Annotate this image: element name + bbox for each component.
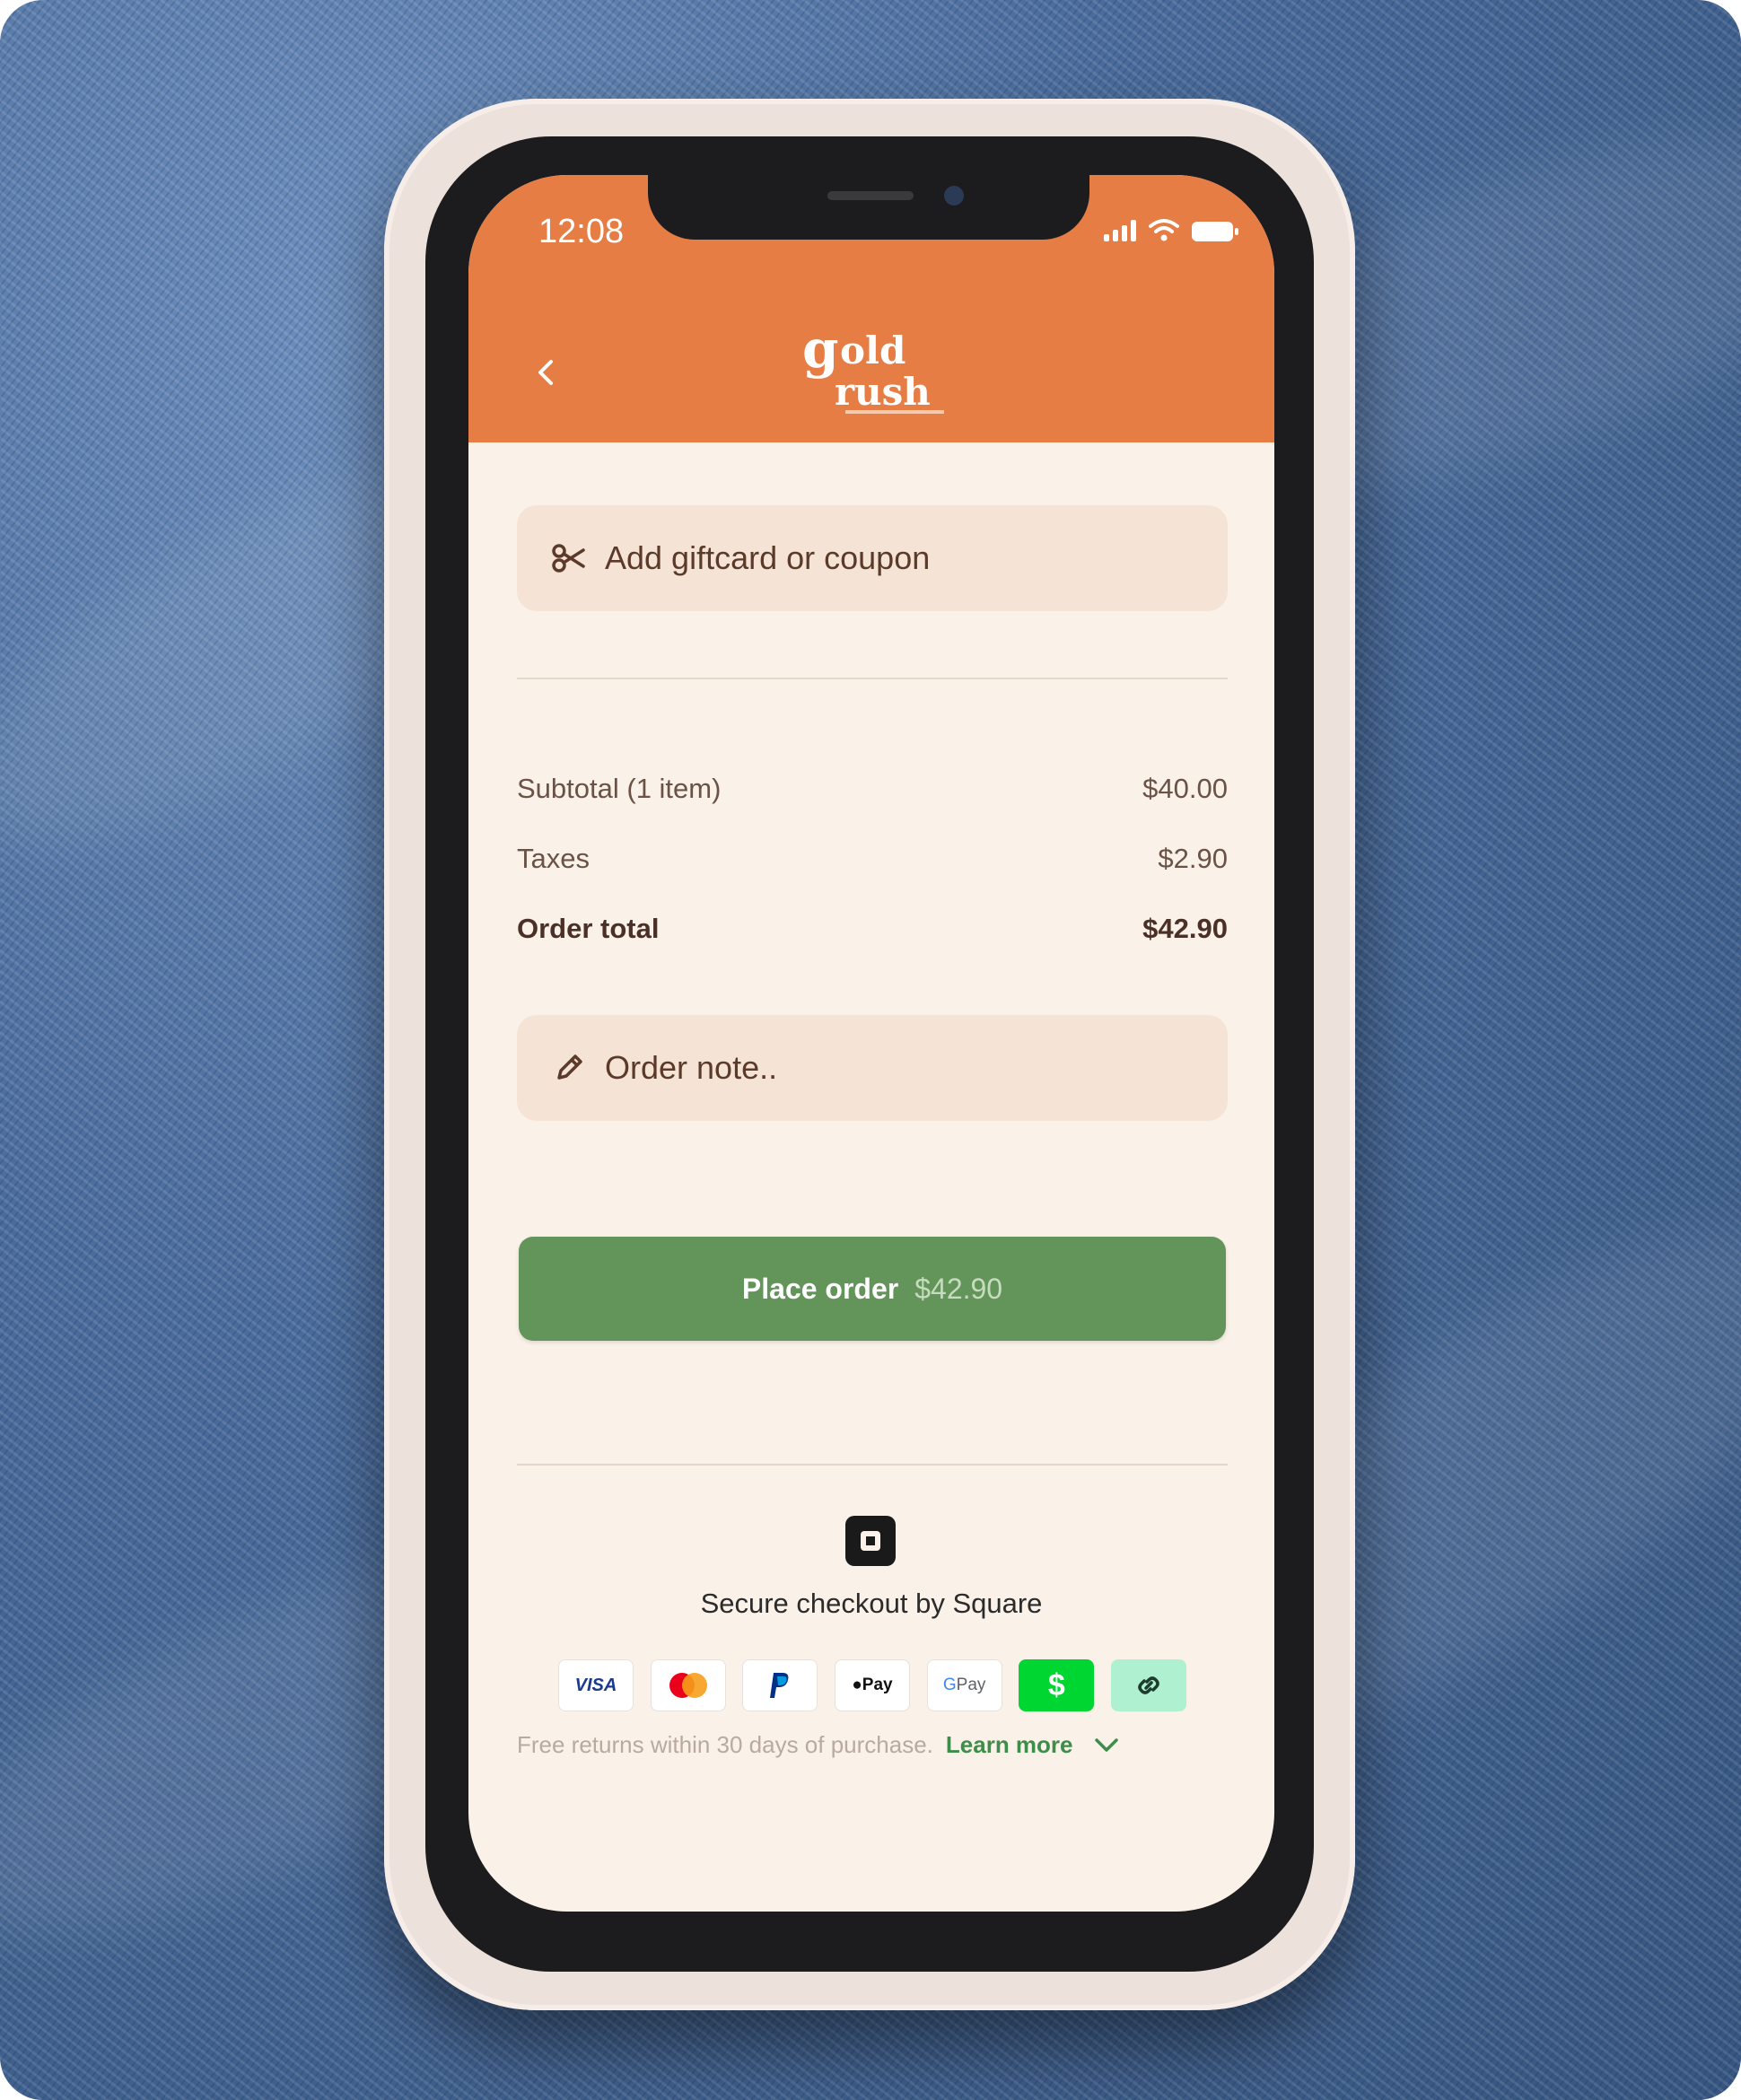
payment-methods: VISA ●Pay G Pay $ xyxy=(558,1659,1186,1711)
svg-text:old: old xyxy=(840,328,905,372)
svg-text:rush: rush xyxy=(835,370,931,414)
order-total-value: $42.90 xyxy=(1142,913,1228,944)
mastercard-icon xyxy=(650,1659,726,1711)
returns-text: Free returns within 30 days of purchase. xyxy=(517,1731,933,1758)
status-icons xyxy=(1104,218,1238,241)
status-time: 12:08 xyxy=(538,213,625,250)
svg-text:g: g xyxy=(802,319,839,380)
cash-app-icon: $ xyxy=(1019,1659,1095,1711)
subtotal-value: $40.00 xyxy=(1142,773,1228,804)
order-total-label: Order total xyxy=(517,913,660,944)
gold-rush-logo: g old rush xyxy=(802,319,944,414)
secure-checkout-text: Secure checkout by Square xyxy=(700,1588,1043,1619)
square-logo-icon xyxy=(845,1516,896,1566)
order-note-field[interactable]: Order note.. xyxy=(517,1015,1228,1121)
back-chevron-icon[interactable] xyxy=(528,354,564,390)
divider xyxy=(517,1464,1228,1466)
order-note-placeholder: Order note.. xyxy=(605,1049,778,1086)
app-header: 12:08 g old rush xyxy=(468,175,1274,442)
subtotal-row: Subtotal (1 item) $40.00 xyxy=(517,773,1228,805)
speaker xyxy=(827,191,914,200)
divider xyxy=(517,678,1228,679)
wifi-icon xyxy=(1149,219,1179,241)
coupon-label: Add giftcard or coupon xyxy=(605,539,931,576)
place-order-amount: $42.90 xyxy=(914,1272,1003,1305)
place-order-label: Place order xyxy=(741,1272,899,1305)
chevron-down-icon[interactable] xyxy=(1093,1737,1120,1754)
pencil-icon xyxy=(549,1048,589,1088)
paypal-icon xyxy=(742,1659,818,1711)
scissors-icon xyxy=(549,538,589,578)
returns-line: Free returns within 30 days of purchase.… xyxy=(517,1731,1228,1759)
apple-pay-icon: ●Pay xyxy=(834,1659,910,1711)
taxes-label: Taxes xyxy=(517,843,590,874)
battery-icon xyxy=(1192,222,1238,241)
phone-screen: 12:08 g old rush Add giftcard or coupon … xyxy=(468,175,1274,1912)
visa-label: VISA xyxy=(574,1675,617,1695)
coupon-button[interactable]: Add giftcard or coupon xyxy=(517,505,1228,611)
taxes-row: Taxes $2.90 xyxy=(517,843,1228,875)
google-pay-icon: G Pay xyxy=(926,1659,1002,1711)
camera xyxy=(944,186,964,206)
visa-icon: VISA xyxy=(558,1659,634,1711)
taxes-value: $2.90 xyxy=(1158,843,1228,874)
learn-more-link[interactable]: Learn more xyxy=(946,1731,1073,1759)
place-order-button[interactable]: Place order $42.90 xyxy=(519,1237,1226,1341)
signal-icon xyxy=(1104,220,1136,241)
link-icon xyxy=(1110,1659,1186,1711)
order-total-row: Order total $42.90 xyxy=(517,913,1228,945)
notch xyxy=(648,175,1089,240)
subtotal-label: Subtotal (1 item) xyxy=(517,773,722,804)
